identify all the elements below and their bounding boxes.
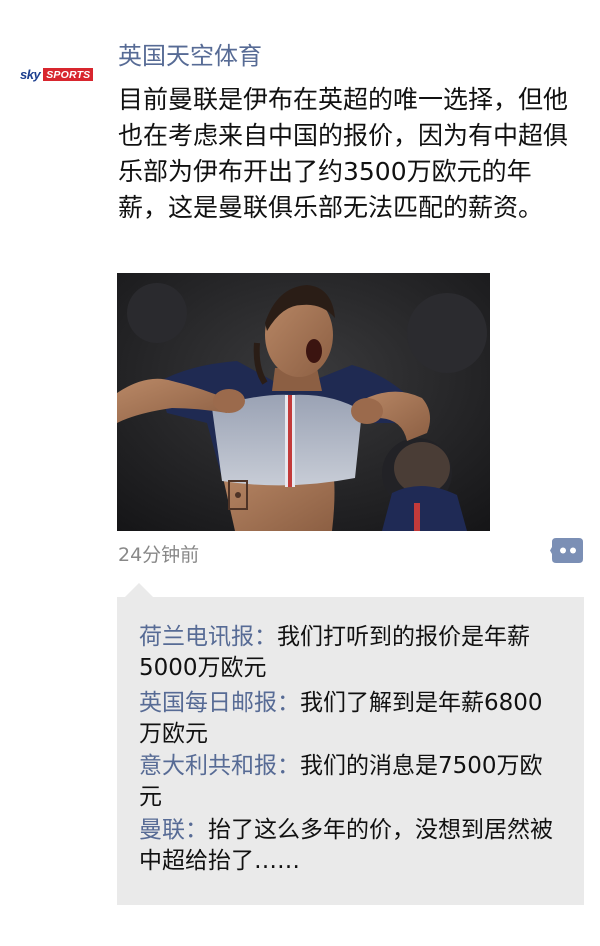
avatar[interactable]: sky SPORTS (20, 64, 98, 84)
comment-author[interactable]: 曼联： (139, 817, 208, 843)
comment-author[interactable]: 荷兰电讯报： (139, 624, 277, 650)
comment-author[interactable]: 英国每日邮报： (139, 690, 300, 716)
post-text: 目前曼联是伊布在英超的唯一选择，但他也在考虑来自中国的报价，因为有中超俱乐部为伊… (118, 85, 569, 222)
post-image[interactable] (117, 273, 490, 531)
comment-item[interactable]: 荷兰电讯报：我们打听到的报价是年薪5000万欧元 (139, 622, 559, 684)
comments-arrow (125, 583, 153, 597)
comment-item[interactable]: 曼联：抬了这么多年的价，没想到居然被中超给抬了…… (139, 815, 559, 877)
post-image-photo (117, 273, 490, 531)
comment-button[interactable] (550, 538, 583, 563)
comment-item[interactable]: 英国每日邮报：我们了解到是年薪6800万欧元 (139, 688, 559, 750)
comment-item[interactable]: 意大利共和报：我们的消息是7500万欧元 (139, 751, 559, 813)
avatar-sports-text: SPORTS (43, 67, 94, 81)
comments-panel: 荷兰电讯报：我们打听到的报价是年薪5000万欧元 英国每日邮报：我们了解到是年薪… (117, 583, 584, 905)
post-time: 24分钟前 (118, 544, 200, 566)
post-author-name[interactable]: 英国天空体育 (118, 36, 262, 71)
comment-dots-icon (550, 538, 583, 563)
avatar-sky-text: sky (20, 66, 41, 82)
comment-author[interactable]: 意大利共和报： (139, 753, 300, 779)
